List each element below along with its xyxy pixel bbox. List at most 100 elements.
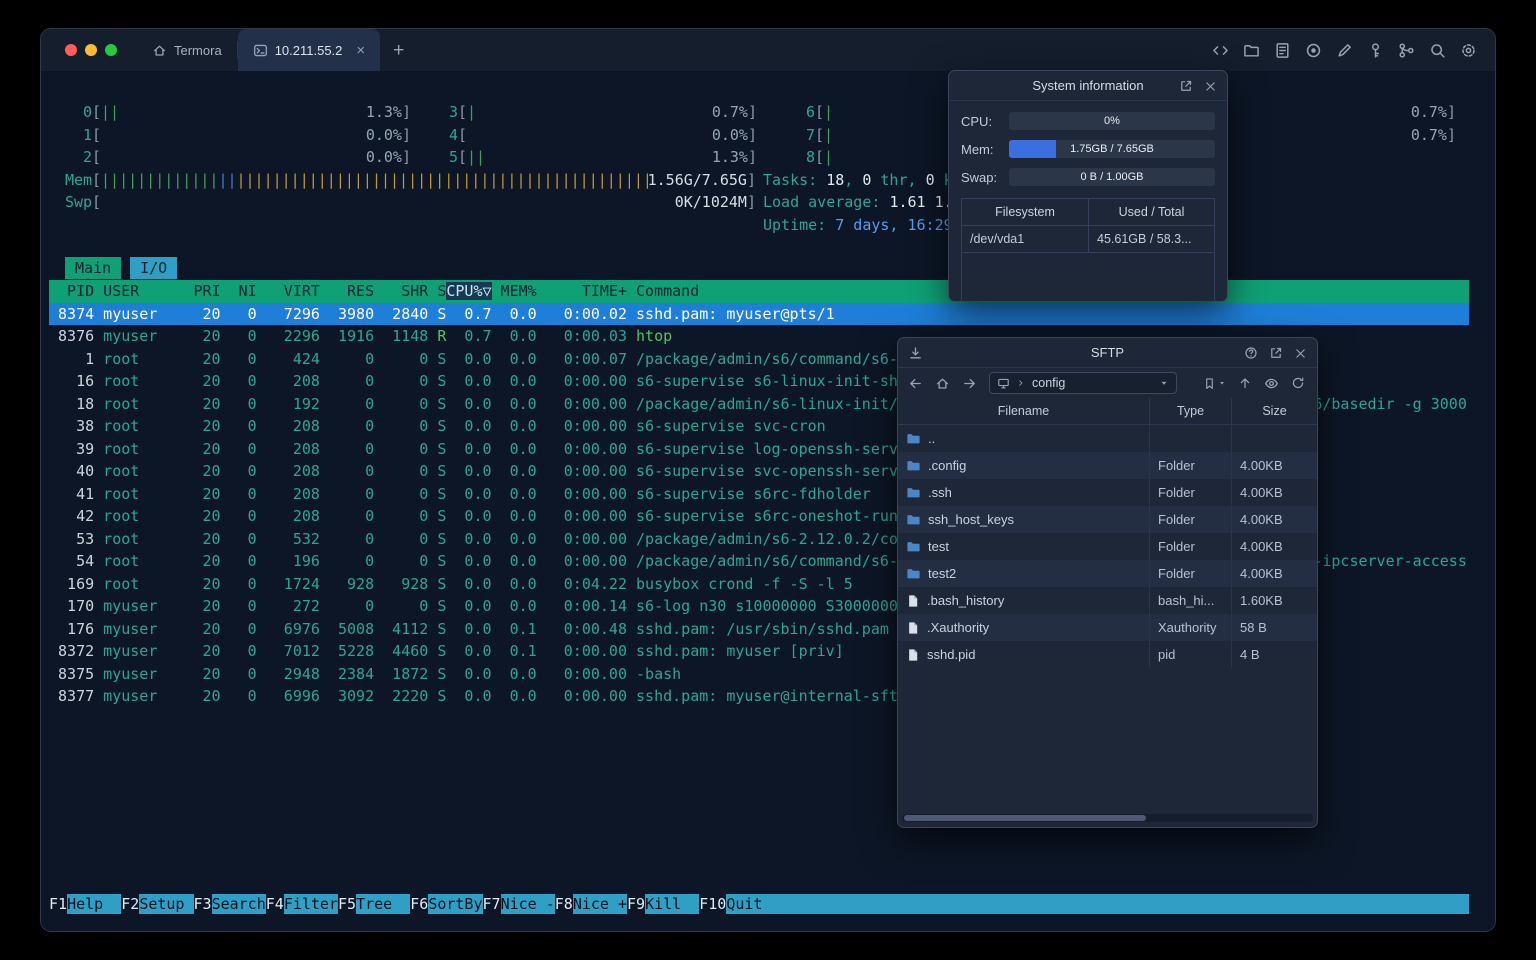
fnkey-F10[interactable]: F10 xyxy=(699,894,726,914)
filesystem-table: Filesystem Used / Total /dev/vda1 45.61GB… xyxy=(961,198,1215,302)
close-icon[interactable] xyxy=(1294,347,1307,360)
cpu-meter-2: 2[0.0%] xyxy=(82,148,411,166)
htop-tab-io[interactable]: I/O xyxy=(130,257,178,279)
file-row-test[interactable]: test Folder 4.00KB xyxy=(898,533,1317,560)
file-table-body: .. .config Folder 4.00KB .ssh Folder 4.00KB ssh… xyxy=(898,425,1317,668)
file-table-header[interactable]: Filename Type Size xyxy=(898,398,1317,425)
column-size[interactable]: Size xyxy=(1231,398,1317,424)
file-row-.Xauthority[interactable]: .Xauthority Xauthority 58 B xyxy=(898,614,1317,641)
tab-label: Termora xyxy=(174,42,222,58)
cpu-meter-5: 5[|| 1.3%] xyxy=(448,148,757,166)
mem-label: Mem xyxy=(65,170,93,189)
file-icon xyxy=(906,621,920,635)
file-row-..[interactable]: .. xyxy=(898,425,1317,452)
fnlabel-F7[interactable]: Nice - xyxy=(500,894,555,914)
fnlabel-F3[interactable]: Search xyxy=(211,894,266,914)
tab-termora[interactable]: Termora xyxy=(137,29,237,71)
tab-label: 10.211.55.2 xyxy=(274,42,343,58)
fnlabel-F2[interactable]: Setup xyxy=(139,894,194,914)
sftp-panel: SFTP config Filename Type Size .. .confi… xyxy=(897,337,1318,828)
fnlabel-F8[interactable]: Nice + xyxy=(572,894,627,914)
parent-directory-button[interactable] xyxy=(1238,376,1252,390)
titlebar[interactable]: Termora 10.211.55.2 × + xyxy=(41,29,1495,71)
panel-title-bar[interactable]: SFTP xyxy=(898,338,1317,368)
close-window-button[interactable] xyxy=(65,44,77,56)
minimize-window-button[interactable] xyxy=(85,44,97,56)
settings-icon[interactable] xyxy=(1460,42,1477,59)
show-hidden-files-button[interactable] xyxy=(1264,376,1279,391)
fnkey-F8[interactable]: F8 xyxy=(555,894,573,914)
file-row-.bash_history[interactable]: .bash_history bash_hi... 1.60KB xyxy=(898,587,1317,614)
open-external-icon[interactable] xyxy=(1179,79,1193,93)
file-icon xyxy=(906,648,920,662)
swap-meter: Swp[0K/1024M] xyxy=(65,191,756,214)
htop-tab-main[interactable]: Main xyxy=(65,257,122,279)
pen-icon[interactable] xyxy=(1336,42,1353,59)
swap-usage-bar: 0 B / 1.00GB xyxy=(1009,168,1215,186)
file-icon xyxy=(906,594,920,608)
new-tab-button[interactable]: + xyxy=(380,41,417,60)
download-icon[interactable] xyxy=(908,346,923,361)
close-icon[interactable] xyxy=(1204,80,1217,93)
workflow-icon[interactable] xyxy=(1398,42,1415,59)
fnlabel-F5[interactable]: Tree xyxy=(356,894,411,914)
fnlabel-F10[interactable]: Quit xyxy=(726,894,781,914)
system-information-panel: System information CPU: 0% Mem: 1.75GB /… xyxy=(948,70,1228,302)
log-icon[interactable] xyxy=(1274,42,1291,59)
help-icon[interactable] xyxy=(1244,346,1258,360)
back-button[interactable] xyxy=(908,376,923,391)
cpu-meter-3: 3[| 0.7%] xyxy=(448,103,757,121)
horizontal-scrollbar[interactable] xyxy=(902,814,1313,822)
filesystem-row[interactable]: /dev/vda1 45.61GB / 58.3... xyxy=(962,226,1214,253)
fnkey-F2[interactable]: F2 xyxy=(121,894,139,914)
search-icon[interactable] xyxy=(1429,42,1446,59)
record-icon[interactable] xyxy=(1305,42,1322,59)
chevron-right-icon xyxy=(1016,378,1026,388)
code-icon[interactable] xyxy=(1212,42,1229,59)
computer-icon xyxy=(997,377,1010,390)
process-row-8374[interactable]: 8374 myuser 20 0 7296 3980 2840 S 0.7 0.… xyxy=(49,302,1469,325)
scrollbar-thumb[interactable] xyxy=(904,815,1146,821)
forward-button[interactable] xyxy=(962,376,977,391)
fnlabel-F4[interactable]: Filter xyxy=(283,894,338,914)
file-row-test2[interactable]: test2 Folder 4.00KB xyxy=(898,560,1317,587)
fnlabel-F9[interactable]: Kill xyxy=(645,894,700,914)
refresh-button[interactable] xyxy=(1291,376,1305,390)
fnlabel-F1[interactable]: Help xyxy=(67,894,122,914)
fnkey-F6[interactable]: F6 xyxy=(410,894,428,914)
column-filename[interactable]: Filename xyxy=(898,398,1149,424)
fnkey-F1[interactable]: F1 xyxy=(49,894,67,914)
fnlabel-F6[interactable]: SortBy xyxy=(428,894,483,914)
file-row-.ssh[interactable]: .ssh Folder 4.00KB xyxy=(898,479,1317,506)
file-row-sshd.pid[interactable]: sshd.pid pid 4 B xyxy=(898,641,1317,668)
cpu-meter-0: 0[|| 1.3%] xyxy=(82,103,411,121)
fnkey-F9[interactable]: F9 xyxy=(627,894,645,914)
file-row-.config[interactable]: .config Folder 4.00KB xyxy=(898,452,1317,479)
path-breadcrumb[interactable]: config xyxy=(989,372,1177,394)
fnkey-F3[interactable]: F3 xyxy=(194,894,212,914)
open-external-icon[interactable] xyxy=(1269,346,1283,360)
folder-icon[interactable] xyxy=(1243,42,1260,59)
zoom-window-button[interactable] xyxy=(105,44,117,56)
mem-value: 1.56G/7.65G xyxy=(647,170,747,189)
column-type[interactable]: Type xyxy=(1149,398,1231,424)
bookmarks-button[interactable] xyxy=(1203,377,1226,390)
fnkey-F5[interactable]: F5 xyxy=(338,894,356,914)
fnkey-F7[interactable]: F7 xyxy=(483,894,501,914)
function-key-bar: F1 Help F2 Setup F3 Search F4 Filter F5 Tree F6… xyxy=(49,894,1469,914)
close-tab-icon[interactable]: × xyxy=(356,43,365,58)
file-row-ssh_host_keys[interactable]: ssh_host_keys Folder 4.00KB xyxy=(898,506,1317,533)
key-icon[interactable] xyxy=(1367,42,1384,59)
home-button[interactable] xyxy=(935,376,950,391)
process-table-header[interactable]: PID USER PRI NI VIRT RES SHR SCPU%▽ MEM%… xyxy=(49,280,1469,303)
toolbar xyxy=(1212,42,1495,59)
chevron-down-icon[interactable] xyxy=(1159,378,1169,388)
path-segment[interactable]: config xyxy=(1032,376,1065,390)
folder-icon xyxy=(906,512,921,527)
tab-host[interactable]: 10.211.55.2 × xyxy=(237,29,381,71)
cpu-usage-row: CPU: 0% xyxy=(961,107,1215,135)
filesystem-table-header: Filesystem Used / Total xyxy=(962,199,1214,226)
cpu-meter-4: 4[0.0%] xyxy=(448,125,757,144)
panel-title-bar[interactable]: System information xyxy=(949,71,1227,101)
fnkey-F4[interactable]: F4 xyxy=(266,894,284,914)
